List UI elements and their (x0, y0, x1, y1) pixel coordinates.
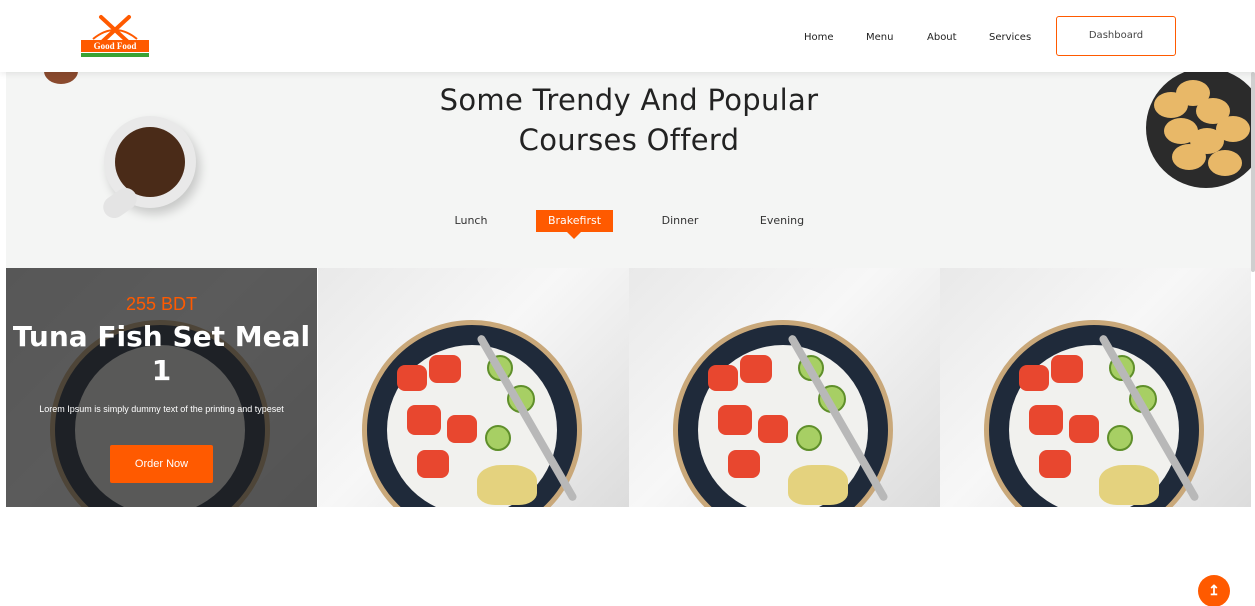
salmon (740, 355, 772, 383)
tab-brakefirst-label: Brakefirst (547, 214, 602, 227)
salmon (1051, 355, 1083, 383)
salmon (429, 355, 461, 383)
tab-dinner[interactable]: Dinner (656, 210, 704, 232)
avocado (477, 465, 537, 505)
salmon (1069, 415, 1099, 443)
cuke (796, 425, 822, 451)
avocado (1099, 465, 1159, 505)
navbar: Good Food Home Menu About Services Dashb… (0, 0, 1255, 72)
active-tab-pointer (567, 232, 581, 239)
nav-about[interactable]: About (927, 29, 957, 47)
food-bowl-image (362, 320, 582, 507)
food-bowl-image (673, 320, 893, 507)
salmon (397, 365, 427, 391)
meal-price: 255 BDT (125, 294, 198, 314)
salmon (1039, 450, 1071, 478)
food-gallery: 255 BDT Tuna Fish Set Meal 1 Lorem Ipsum… (6, 268, 1252, 507)
salmon (728, 450, 760, 478)
featured-meal-card: 255 BDT Tuna Fish Set Meal 1 Lorem Ipsum… (6, 268, 317, 507)
salmon (417, 450, 449, 478)
page: Good Food Home Menu About Services Dashb… (0, 0, 1255, 606)
scrollbar-thumb[interactable] (1251, 72, 1255, 272)
cuke (1107, 425, 1133, 451)
featured-content: 255 BDT Tuna Fish Set Meal 1 Lorem Ipsum… (6, 268, 317, 507)
food-bowl-image (984, 320, 1204, 507)
salmon (447, 415, 477, 443)
salmon (758, 415, 788, 443)
salmon (407, 405, 441, 435)
meal-image-tile[interactable] (629, 268, 940, 507)
avocado (788, 465, 848, 505)
heading-line-1: Some Trendy And Popular (439, 83, 819, 117)
courses-section: Some Trendy And Popular Courses Offerd L… (6, 72, 1252, 268)
salmon (1029, 405, 1063, 435)
meal-image-tile[interactable] (940, 268, 1251, 507)
dashboard-button[interactable]: Dashboard (1056, 16, 1176, 56)
order-now-button[interactable]: Order Now (110, 445, 213, 483)
salmon (718, 405, 752, 435)
scroll-to-top-button[interactable]: ↥ (1198, 575, 1230, 606)
section-heading: Some Trendy And Popular Courses Offerd (6, 80, 1252, 160)
tab-lunch[interactable]: Lunch (446, 210, 496, 232)
meal-image-tile[interactable] (318, 268, 629, 507)
meal-title: Tuna Fish Set Meal 1 (12, 320, 311, 387)
nav-menu[interactable]: Menu (866, 29, 893, 47)
nav-services[interactable]: Services (989, 29, 1031, 47)
arrow-up-icon: ↥ (1208, 582, 1220, 598)
nav-home[interactable]: Home (804, 29, 834, 47)
tab-brakefirst[interactable]: Brakefirst (536, 210, 613, 239)
salmon (708, 365, 738, 391)
meal-description: Lorem Ipsum is simply dummy text of the … (39, 404, 284, 414)
salmon (1019, 365, 1049, 391)
course-tabs: Lunch Brakefirst Dinner Evening (6, 208, 1252, 248)
logo-stripe (81, 53, 149, 57)
tab-evening[interactable]: Evening (756, 210, 808, 232)
cuke (485, 425, 511, 451)
heading-line-2: Courses Offerd (518, 123, 740, 157)
